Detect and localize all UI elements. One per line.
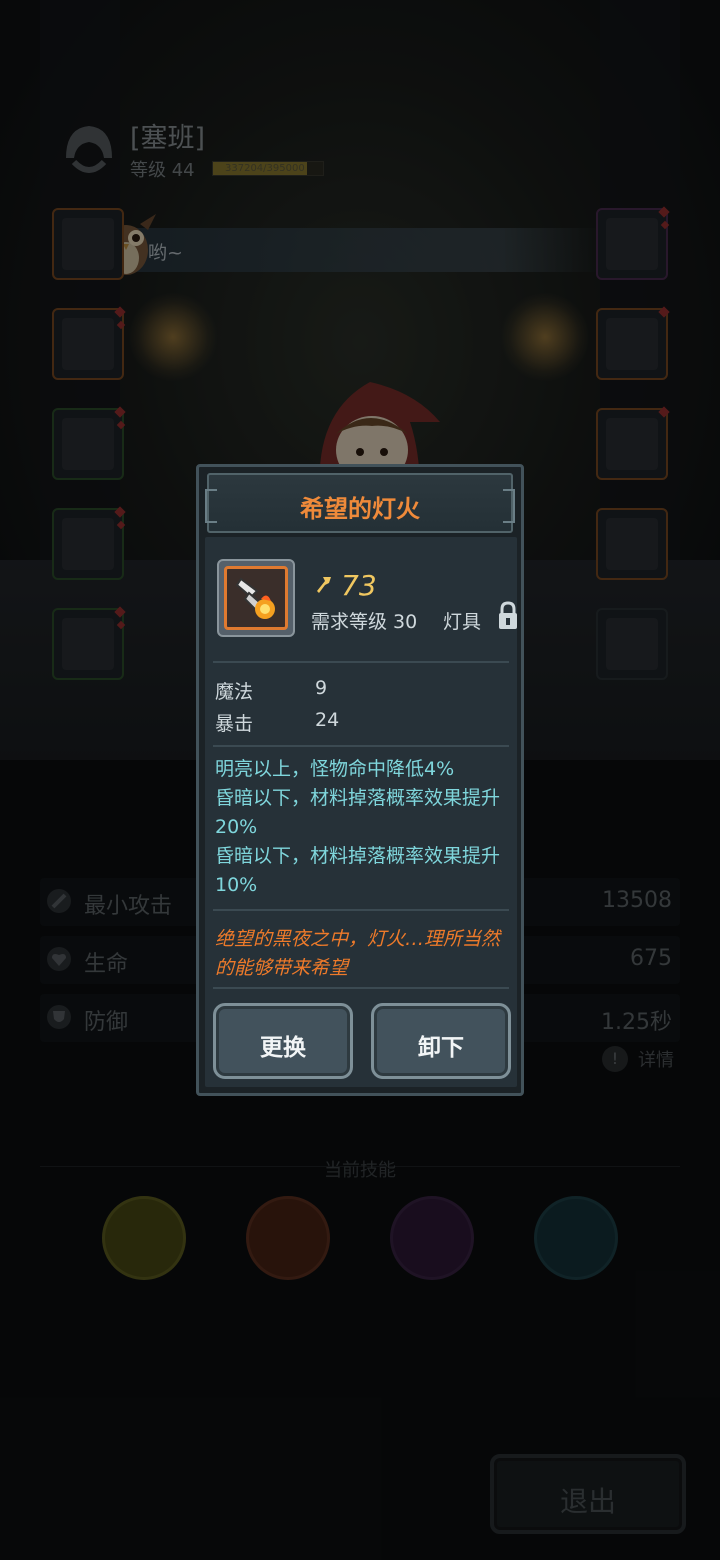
divider bbox=[213, 745, 509, 747]
replace-label: 更换 bbox=[260, 1035, 306, 1061]
required-level: 需求等级 30 bbox=[311, 611, 418, 633]
attr-label: 暴击 bbox=[215, 713, 254, 735]
item-icon-frame-inner bbox=[224, 566, 288, 630]
effect-line: 昏暗以下，材料掉落概率效果提升20% bbox=[215, 787, 501, 838]
unequip-button[interactable]: 卸下 bbox=[371, 1003, 511, 1079]
modal-title-bar: 希望的灯火 bbox=[205, 473, 515, 533]
replace-button[interactable]: 更换 bbox=[213, 1003, 353, 1079]
attr-value: 9 bbox=[315, 677, 328, 699]
effect-line: 昏暗以下，材料掉落概率效果提升10% bbox=[215, 845, 501, 896]
divider bbox=[213, 987, 509, 989]
attr-label: 魔法 bbox=[215, 681, 254, 703]
unequip-label: 卸下 bbox=[418, 1035, 464, 1061]
attr-value: 24 bbox=[315, 709, 340, 731]
item-type: 灯具 bbox=[443, 611, 482, 633]
lock-icon[interactable] bbox=[497, 601, 519, 631]
item-title: 希望的灯火 bbox=[300, 495, 420, 523]
divider bbox=[213, 661, 509, 663]
item-detail-modal: 希望的灯火 73 需求等级 30 灯具 魔法 9 暴击 24 明亮以上，怪物命中… bbox=[196, 464, 524, 1096]
item-icon-frame bbox=[217, 559, 295, 637]
item-power: 73 bbox=[341, 569, 377, 602]
divider bbox=[213, 909, 509, 911]
power-icon bbox=[317, 577, 331, 593]
lamp-item-icon bbox=[235, 577, 275, 619]
modal-body: 73 需求等级 30 灯具 魔法 9 暴击 24 明亮以上，怪物命中降低4% 昏… bbox=[205, 537, 517, 1087]
effect-line: 明亮以上，怪物命中降低4% bbox=[215, 758, 455, 780]
flavor-text: 绝望的黑夜之中，灯火…理所当然的能够带来希望 bbox=[215, 928, 501, 979]
